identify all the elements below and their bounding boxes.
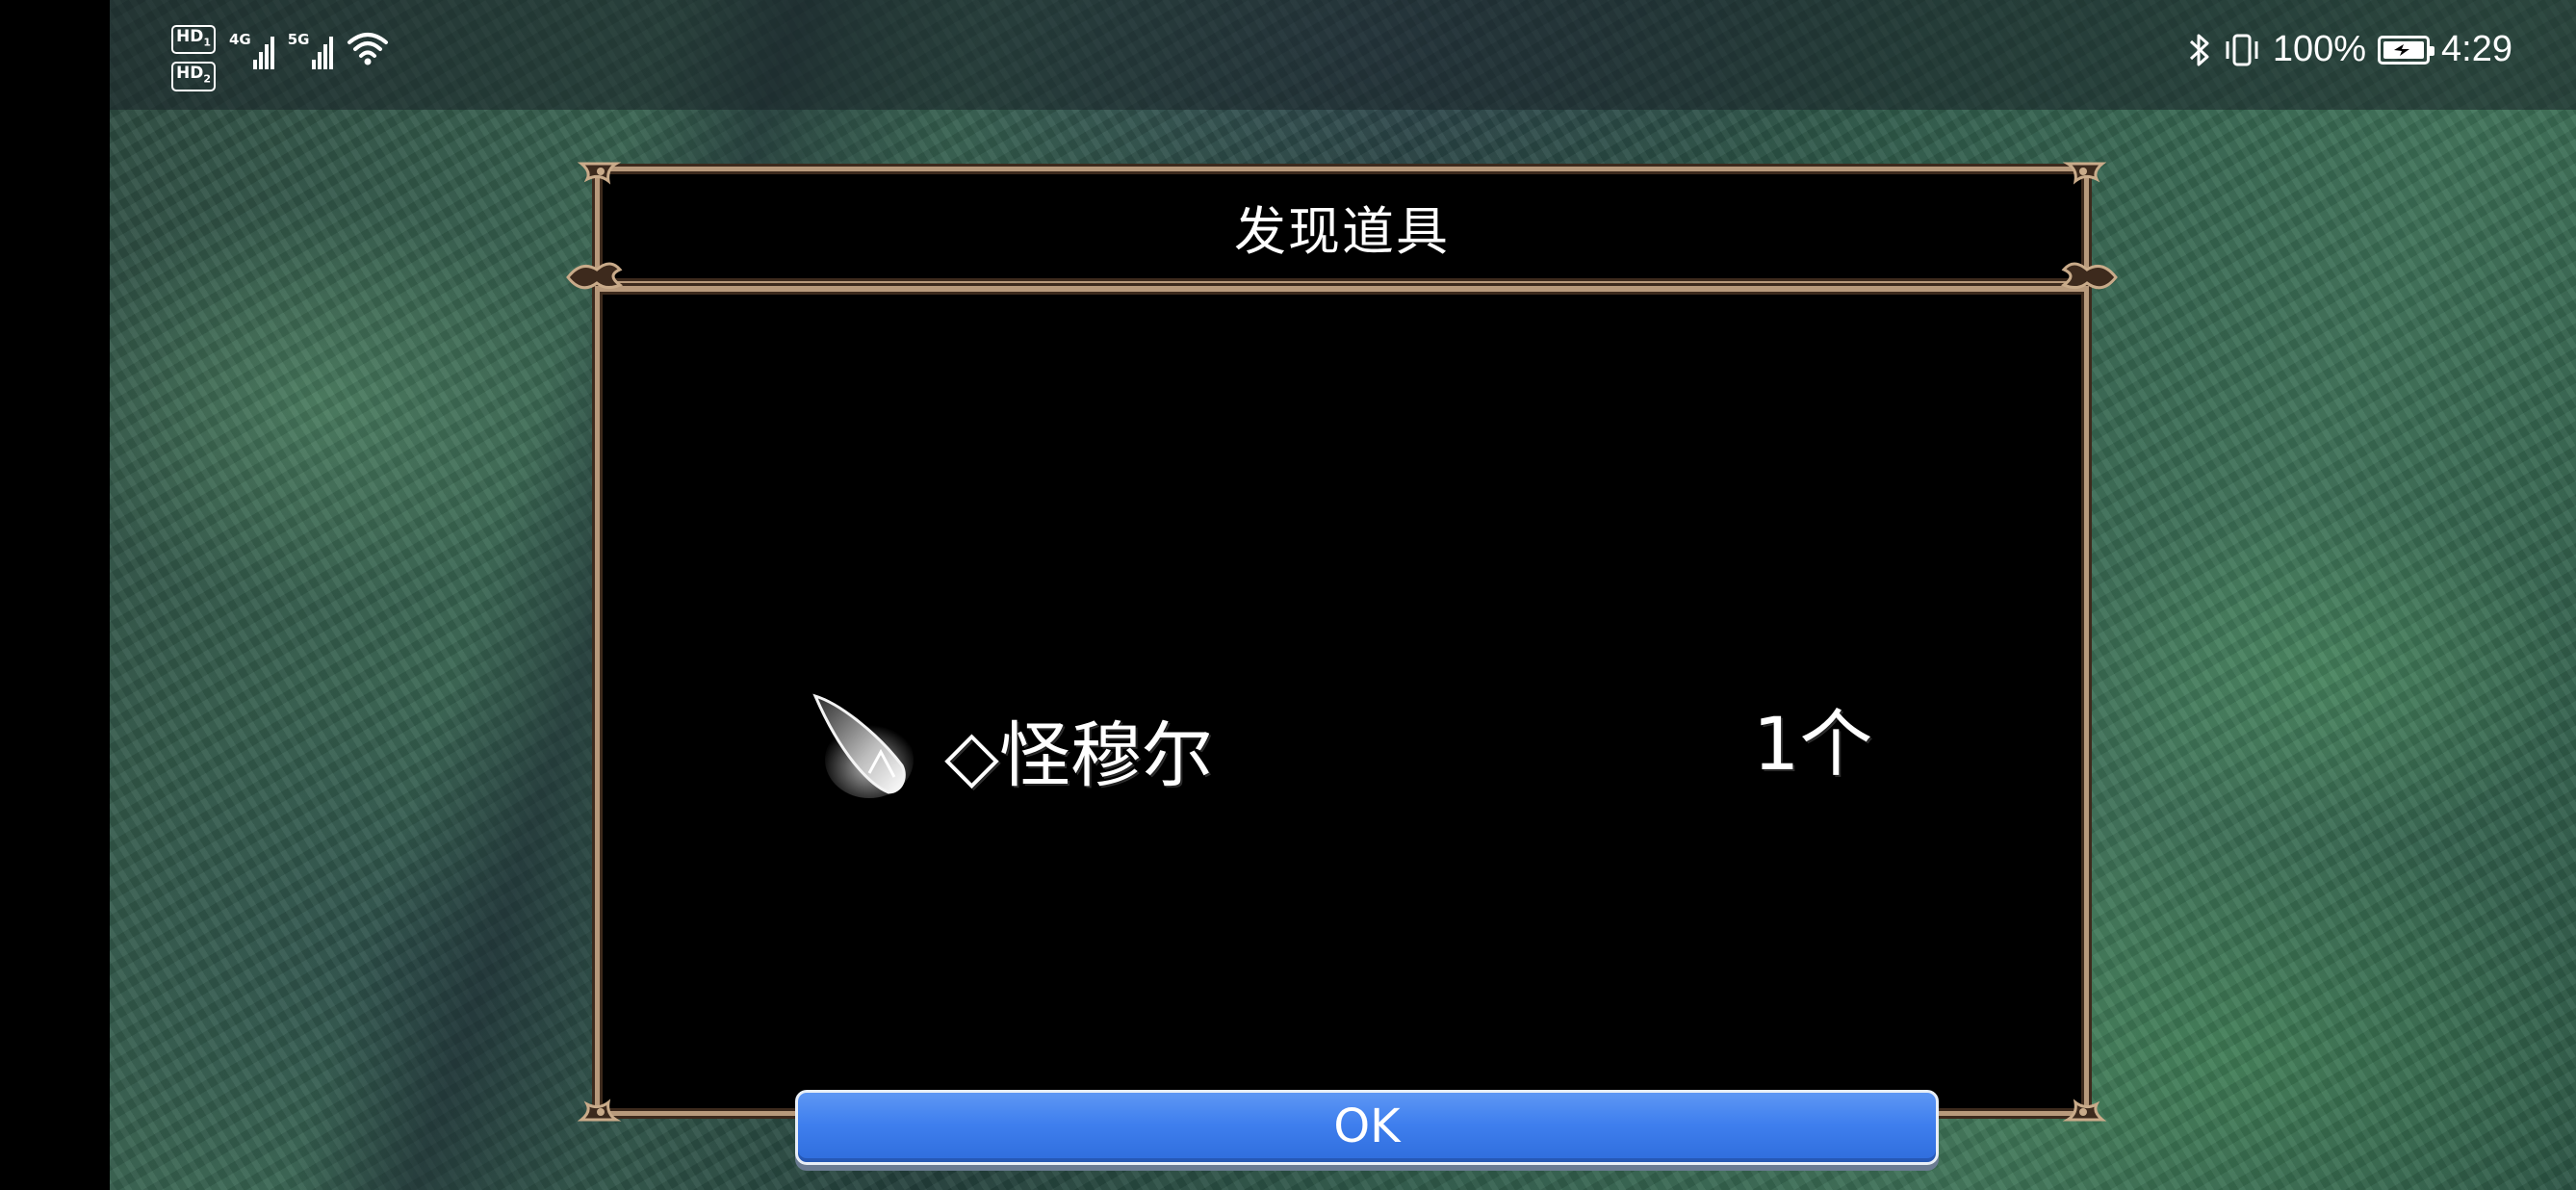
item-name: ◇怪穆尔: [944, 714, 1213, 797]
sim2-hd-badge: HD2: [171, 62, 216, 91]
clock-time: 4:29: [2441, 29, 2512, 69]
sim1-hd-badge: HD1: [171, 25, 216, 55]
left-black-bar: [0, 0, 110, 1190]
sim-indicators: HD1 HD2: [171, 25, 216, 91]
frame-corner-ornament: [2062, 162, 2106, 185]
battery-charging-icon: [2378, 35, 2435, 65]
status-bar: HD1 HD2 4G 5G 100% 4:29: [110, 0, 2576, 110]
vibrate-icon: [2226, 34, 2258, 65]
frame-side-ornament: [566, 262, 624, 290]
battery-percent: 100%: [2272, 29, 2367, 69]
status-right-group: 100% 4:29: [2188, 29, 2512, 70]
wifi-icon: [347, 33, 388, 65]
bluetooth-icon: [2189, 34, 2209, 65]
signal-4g-icon: 4G: [229, 25, 274, 69]
ok-button[interactable]: OK: [795, 1090, 1939, 1165]
network-type-1: 4G: [229, 31, 251, 48]
item-count: 1个: [1753, 701, 1873, 787]
frame-corner-ornament: [578, 1099, 622, 1122]
frame-corner-ornament: [578, 162, 622, 185]
dialog-title: 发现道具: [1234, 201, 1450, 262]
dialog-title-panel: 发现道具: [595, 167, 2089, 286]
frame-corner-ornament: [2062, 1099, 2106, 1122]
dialog-body-panel: ◇怪穆尔 1个 OK: [595, 286, 2089, 1165]
frame-side-ornament: [2060, 262, 2118, 290]
signal-5g-icon: 5G: [288, 25, 333, 69]
status-left-group: HD1 HD2 4G 5G: [171, 25, 389, 91]
found-item-row: ◇怪穆尔: [802, 685, 1668, 800]
network-type-2: 5G: [287, 31, 310, 48]
crystal-shard-icon: [812, 693, 914, 798]
item-found-dialog: 发现道具 ◇怪穆尔 1个 OK: [566, 162, 2118, 1165]
